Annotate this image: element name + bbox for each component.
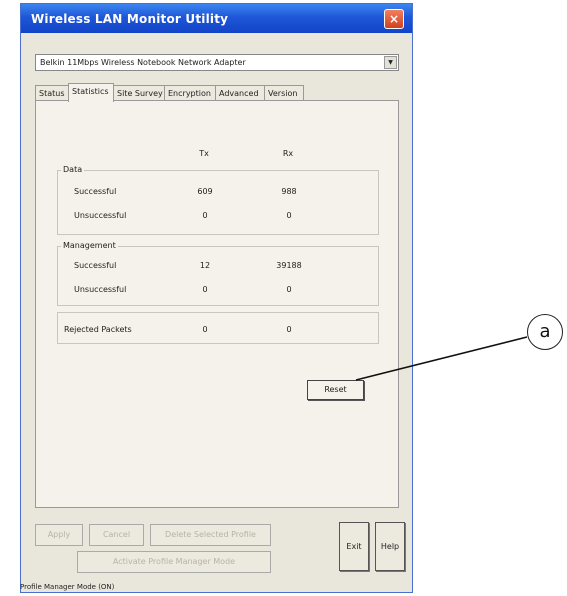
status-bar: Profile Manager Mode (ON): [20, 583, 115, 591]
rejected-rx: 0: [286, 325, 292, 334]
tab-site-survey[interactable]: Site Survey: [113, 85, 165, 101]
statistics-panel: Tx Rx Data Successful 609 988 Unsuccessf…: [35, 100, 399, 508]
data-unsuccessful-tx: 0: [202, 211, 208, 220]
data-group: Data Successful 609 988 Unsuccessful 0 0: [57, 165, 379, 235]
adapter-dropdown[interactable]: Belkin 11Mbps Wireless Notebook Network …: [35, 54, 399, 71]
management-unsuccessful-tx: 0: [202, 285, 208, 294]
data-successful-label: Successful: [74, 187, 117, 196]
tab-status[interactable]: Status: [35, 85, 69, 101]
apply-button[interactable]: Apply: [35, 524, 83, 546]
callout-a: a: [527, 314, 563, 350]
reset-button[interactable]: Reset: [307, 380, 364, 400]
management-successful-label: Successful: [74, 261, 117, 270]
management-successful-rx: 39188: [276, 261, 302, 270]
data-unsuccessful-rx: 0: [286, 211, 292, 220]
tx-column-header: Tx: [199, 149, 209, 158]
activate-profile-manager-button[interactable]: Activate Profile Manager Mode: [77, 551, 271, 573]
tab-statistics[interactable]: Statistics: [68, 83, 114, 102]
adapter-value: Belkin 11Mbps Wireless Notebook Network …: [40, 58, 246, 67]
title-bar[interactable]: Wireless LAN Monitor Utility ×: [21, 4, 412, 33]
management-successful-tx: 12: [199, 261, 211, 270]
management-group-label: Management: [61, 241, 118, 250]
management-unsuccessful-label: Unsuccessful: [74, 285, 127, 294]
rejected-group: Rejected Packets 0 0: [57, 312, 379, 344]
main-window: Wireless LAN Monitor Utility × Belkin 11…: [20, 3, 413, 593]
exit-button[interactable]: Exit: [339, 522, 369, 571]
close-icon: ×: [388, 12, 400, 26]
data-unsuccessful-label: Unsuccessful: [74, 211, 127, 220]
data-successful-tx: 609: [197, 187, 213, 196]
rejected-packets-label: Rejected Packets: [64, 325, 132, 334]
tab-advanced[interactable]: Advanced: [215, 85, 265, 101]
tab-encryption[interactable]: Encryption: [164, 85, 216, 101]
close-button[interactable]: ×: [384, 9, 404, 29]
data-group-label: Data: [61, 165, 85, 174]
rx-column-header: Rx: [282, 149, 294, 158]
management-group: Management Successful 12 39188 Unsuccess…: [57, 241, 379, 306]
data-successful-rx: 988: [281, 187, 297, 196]
window-title: Wireless LAN Monitor Utility: [31, 12, 229, 26]
rejected-tx: 0: [202, 325, 208, 334]
management-unsuccessful-rx: 0: [286, 285, 292, 294]
chevron-down-icon[interactable]: ▼: [384, 56, 397, 69]
help-button[interactable]: Help: [375, 522, 405, 571]
cancel-button[interactable]: Cancel: [89, 524, 144, 546]
tab-version[interactable]: Version: [264, 85, 304, 101]
delete-selected-profile-button[interactable]: Delete Selected Profile: [150, 524, 271, 546]
